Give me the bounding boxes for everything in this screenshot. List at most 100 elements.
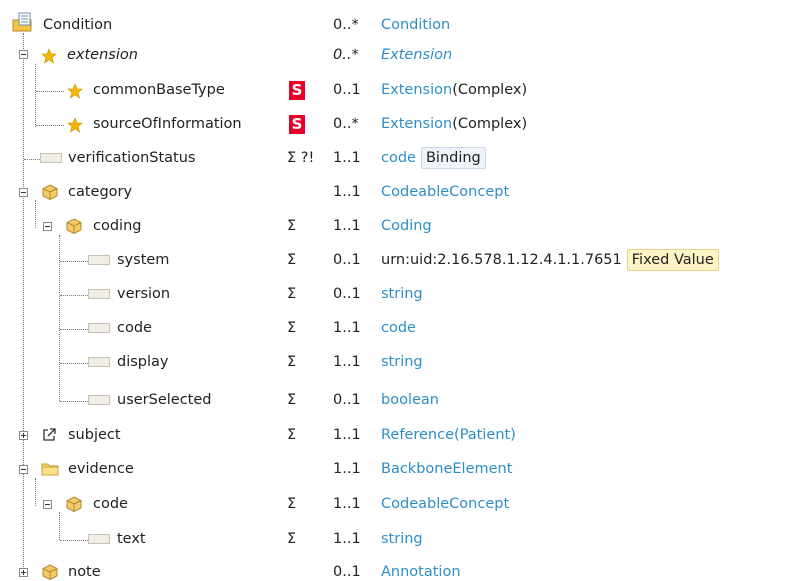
tree-row-note[interactable]: note 0..1 Annotation (0, 556, 792, 581)
tree-guide (24, 159, 40, 160)
tree-row-evidence[interactable]: evidence 1..1 BackboneElement (0, 453, 792, 487)
extension-star-icon (41, 48, 57, 64)
tree-row-coding[interactable]: coding Σ 1..1 Coding (0, 210, 792, 244)
type-link[interactable]: Extension (381, 116, 452, 132)
type-link[interactable]: CodeableConcept (381, 496, 509, 512)
type-link[interactable]: Condition (381, 17, 450, 33)
expand-toggle-icon[interactable] (19, 568, 28, 577)
element-name: sourceOfInformation (93, 116, 242, 132)
tree-row-subject[interactable]: subject Σ 1..1 Reference(Patient) (0, 419, 792, 453)
summary-flag: Σ (287, 427, 297, 443)
tree-row-commonbasetype[interactable]: commonBaseType S 0..1 Extension(Complex) (0, 74, 792, 108)
cardinality: 1..1 (333, 531, 361, 547)
folder-icon (41, 463, 59, 476)
type-link[interactable]: Extension (381, 47, 452, 63)
datatype-cube-icon (42, 184, 58, 200)
collapse-toggle-icon[interactable] (43, 500, 52, 509)
cardinality: 1..1 (333, 461, 361, 477)
tree-row-category[interactable]: category 1..1 CodeableConcept (0, 176, 792, 210)
element-name: verificationStatus (68, 150, 196, 166)
cardinality: 1..1 (333, 427, 361, 443)
tree-row-extension[interactable]: extension 0..* Extension (0, 40, 792, 74)
tree-guide (36, 91, 64, 92)
collapse-toggle-icon[interactable] (19, 188, 28, 197)
primitive-element-icon (88, 395, 110, 405)
type-suffix: (Complex) (452, 82, 528, 98)
type-link[interactable]: CodeableConcept (381, 184, 509, 200)
tree-guide (60, 401, 88, 402)
cardinality: 0..1 (333, 564, 361, 580)
element-name: userSelected (117, 392, 212, 408)
element-name: code (117, 320, 152, 336)
tree-guide (60, 261, 88, 262)
cardinality: 1..1 (333, 496, 361, 512)
element-type: CodeableConcept (381, 183, 509, 201)
type-link[interactable]: boolean (381, 392, 439, 408)
element-name: version (117, 286, 171, 302)
target-profile-link[interactable]: Patient (460, 427, 511, 443)
primitive-element-icon (88, 289, 110, 299)
tree-row-display[interactable]: display Σ 1..1 string (0, 346, 792, 380)
element-name: category (68, 184, 133, 200)
tree-guide (60, 540, 88, 541)
element-type: Reference(Patient) (381, 426, 516, 444)
element-type: code (381, 319, 416, 337)
tree-row-system[interactable]: system Σ 0..1 urn:uid:2.16.578.1.12.4.1.… (0, 244, 792, 278)
collapse-toggle-icon[interactable] (19, 50, 28, 59)
type-suffix: (Complex) (452, 116, 528, 132)
expand-toggle-icon[interactable] (19, 431, 28, 440)
datatype-cube-icon (66, 218, 82, 234)
summary-flag: Σ (287, 218, 297, 234)
collapse-toggle-icon[interactable] (43, 222, 52, 231)
type-link[interactable]: Coding (381, 218, 432, 234)
datatype-cube-icon (42, 564, 58, 580)
cardinality: 1..1 (333, 184, 361, 200)
fixed-value-badge[interactable]: Fixed Value (626, 249, 719, 271)
type-link[interactable]: BackboneElement (381, 461, 512, 477)
tree-row-text[interactable]: text Σ 1..1 string (0, 522, 792, 556)
element-name: subject (68, 427, 121, 443)
cardinality: 0..1 (333, 286, 361, 302)
must-support-badge: S (289, 115, 305, 134)
element-type: CodeableConcept (381, 495, 509, 513)
tree-row-sourceofinformation[interactable]: sourceOfInformation S 0..* Extension(Com… (0, 108, 792, 142)
binding-badge[interactable]: Binding (420, 147, 486, 169)
tree-guide (60, 363, 88, 364)
summary-modifier-flags: Σ ?! (287, 150, 315, 166)
tree-row-evidence-code[interactable]: code Σ 1..1 CodeableConcept (0, 488, 792, 522)
collapse-toggle-icon[interactable] (19, 465, 28, 474)
extension-star-icon (67, 117, 83, 133)
cardinality: 0..1 (333, 252, 361, 268)
type-link[interactable]: code (381, 320, 416, 336)
tree-guide (60, 295, 88, 296)
tree-row-condition[interactable]: Condition 0..* Condition (0, 10, 792, 44)
summary-flag: Σ (287, 392, 297, 408)
cardinality: 1..1 (333, 150, 361, 166)
tree-row-code[interactable]: code Σ 1..1 code (0, 312, 792, 346)
type-link[interactable]: string (381, 354, 423, 370)
summary-flag: Σ (287, 320, 297, 336)
element-type: Annotation (381, 563, 461, 581)
primitive-element-icon (88, 323, 110, 333)
element-type: boolean (381, 391, 439, 409)
type-link[interactable]: Reference (381, 427, 454, 443)
element-name: coding (93, 218, 142, 234)
tree-row-version[interactable]: version Σ 0..1 string (0, 278, 792, 312)
type-link[interactable]: Annotation (381, 564, 461, 580)
element-name: Condition (43, 17, 113, 33)
tree-row-verificationstatus[interactable]: verificationStatus Σ ?! 1..1 code Binding (0, 142, 792, 176)
element-type: Extension (381, 46, 452, 64)
type-link[interactable]: code (381, 150, 416, 166)
type-link[interactable]: string (381, 531, 423, 547)
cardinality: 0..* (333, 17, 359, 33)
tree-guide (36, 125, 64, 126)
type-link[interactable]: Extension (381, 82, 452, 98)
datatype-cube-icon (66, 496, 82, 512)
summary-flag: Σ (287, 252, 297, 268)
tree-row-userselected[interactable]: userSelected Σ 0..1 boolean (0, 380, 792, 414)
cardinality: 1..1 (333, 354, 361, 370)
element-type: code Binding (381, 147, 486, 169)
summary-flag: Σ (287, 286, 297, 302)
cardinality: 0..* (333, 47, 359, 63)
type-link[interactable]: string (381, 286, 423, 302)
